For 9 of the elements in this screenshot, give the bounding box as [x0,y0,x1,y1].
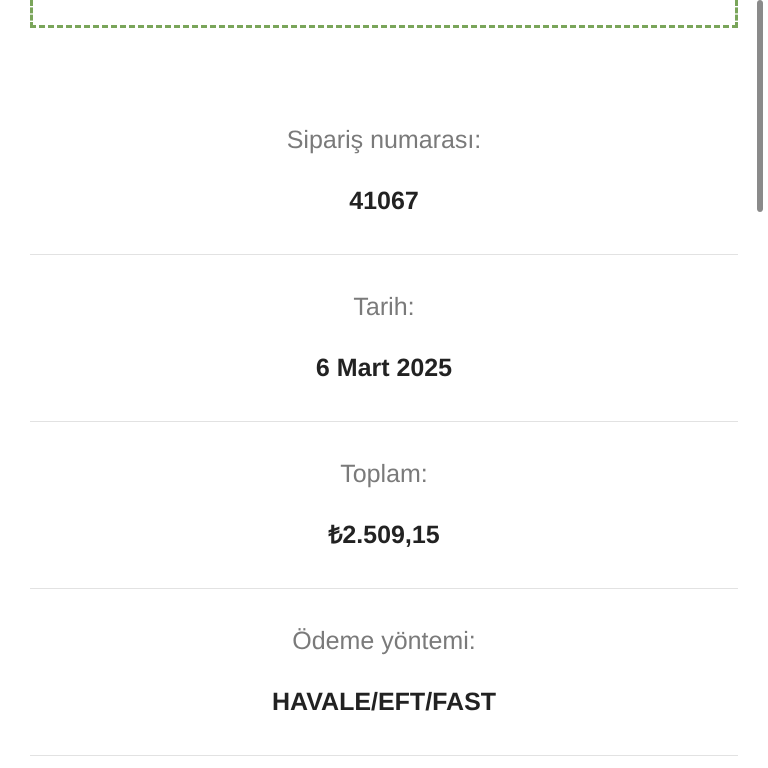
detail-value: HAVALE/EFT/FAST [272,687,496,718]
scrollbar[interactable] [757,0,763,212]
detail-value: 41067 [349,186,419,217]
detail-value: 6 Mart 2025 [316,353,452,384]
detail-label: Tarih: [353,292,415,323]
detail-label: Ödeme yöntemi: [292,626,476,657]
detail-value: ₺2.509,15 [328,520,440,551]
detail-label: Sipariş numarası: [286,125,482,156]
detail-label: Toplam: [340,459,428,490]
